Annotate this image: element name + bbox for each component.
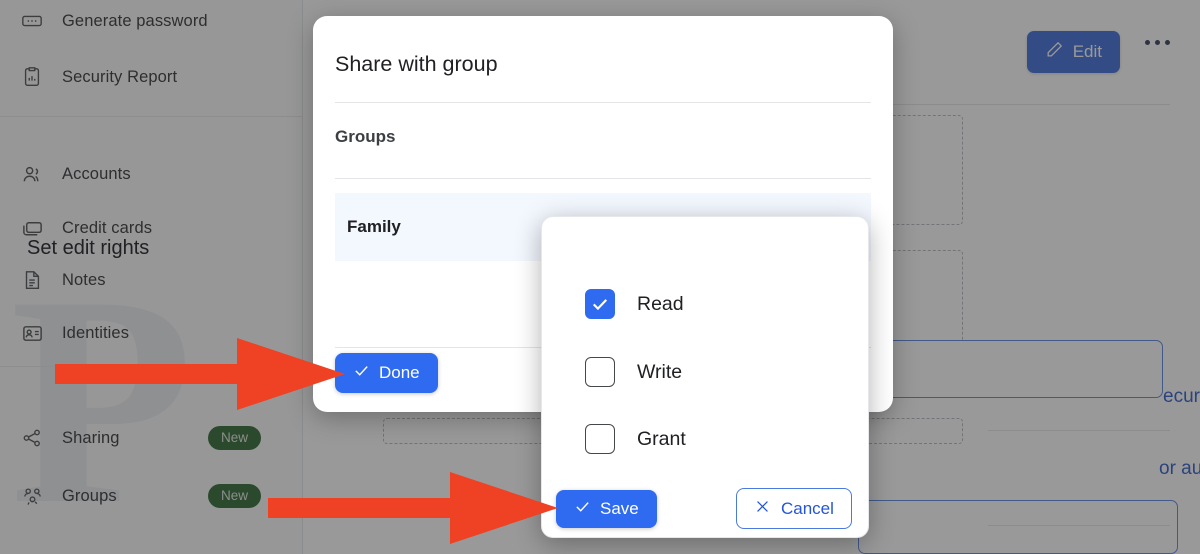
- divider: [335, 102, 871, 103]
- screen: P Generate password: [0, 0, 1200, 554]
- checkbox-label-read: Read: [637, 292, 684, 315]
- close-icon: [754, 498, 771, 520]
- checkbox-label-grant: Grant: [637, 427, 686, 450]
- check-icon: [574, 498, 591, 520]
- check-icon: [353, 362, 370, 384]
- checkbox-row-grant[interactable]: Grant: [585, 424, 686, 454]
- group-name-label: Family: [347, 217, 401, 236]
- annotation-arrow-save: [268, 472, 558, 544]
- save-button[interactable]: Save: [556, 490, 657, 528]
- cancel-button-label: Cancel: [781, 498, 834, 518]
- groups-section-label: Groups: [335, 127, 396, 146]
- done-button[interactable]: Done: [335, 353, 438, 393]
- cancel-button[interactable]: Cancel: [736, 488, 852, 529]
- annotation-arrow-done: [55, 338, 345, 410]
- save-button-label: Save: [600, 499, 639, 518]
- divider: [335, 178, 871, 179]
- checkbox-write[interactable]: [585, 357, 615, 387]
- checkbox-label-write: Write: [637, 360, 683, 383]
- dialog-title: Share with group: [335, 52, 498, 76]
- done-button-label: Done: [379, 363, 420, 382]
- checkbox-read[interactable]: [585, 289, 615, 319]
- popup-title: Set edit rights: [27, 237, 150, 259]
- checkbox-row-read[interactable]: Read: [585, 289, 684, 319]
- checkbox-row-write[interactable]: Write: [585, 357, 682, 387]
- checkbox-grant[interactable]: [585, 424, 615, 454]
